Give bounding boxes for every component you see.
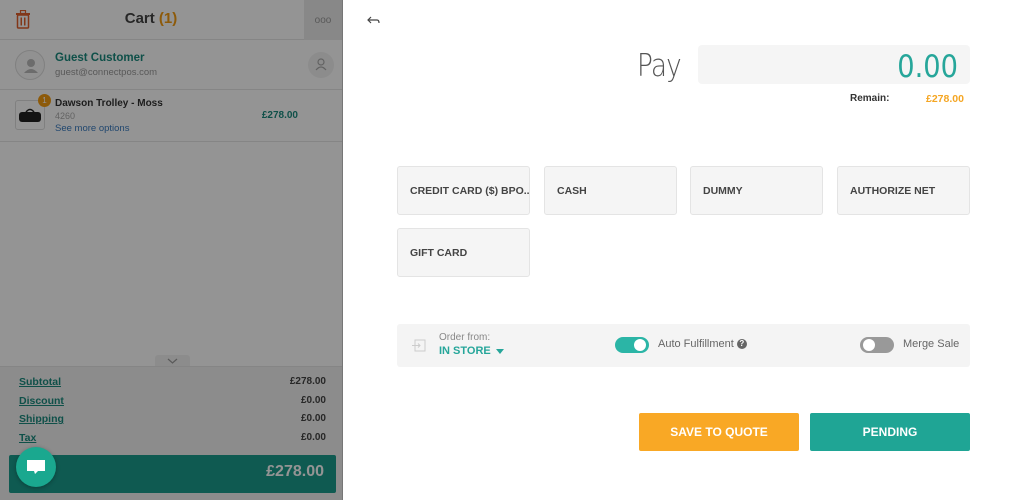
merge-sale-label: Merge Sale bbox=[903, 338, 960, 350]
order-from-dropdown[interactable]: IN STORE bbox=[439, 345, 504, 357]
payment-method-credit-card[interactable]: CREDIT CARD ($) BPO... bbox=[397, 166, 530, 215]
auto-fulfillment-label: Auto Fulfillment bbox=[658, 338, 734, 350]
dim-overlay bbox=[0, 0, 343, 500]
back-arrow-icon[interactable] bbox=[364, 14, 382, 30]
pay-label: Pay bbox=[637, 48, 682, 84]
auto-fulfillment-toggle[interactable] bbox=[615, 337, 649, 353]
payment-method-dummy[interactable]: DUMMY bbox=[690, 166, 823, 215]
pending-button[interactable]: PENDING bbox=[810, 413, 970, 451]
toggle-knob bbox=[634, 339, 646, 351]
toggle-knob bbox=[863, 339, 875, 351]
merge-sale-toggle[interactable] bbox=[860, 337, 894, 353]
cart-panel: Cart (1) ooo Guest Customer guest@connec… bbox=[0, 0, 343, 500]
caret-down-icon bbox=[495, 348, 504, 354]
pos-checkout-screen: Cart (1) ooo Guest Customer guest@connec… bbox=[0, 0, 1024, 500]
payment-method-gift-card[interactable]: GIFT CARD bbox=[397, 228, 530, 277]
chat-button[interactable] bbox=[16, 447, 56, 487]
pay-amount-value: 0.00 bbox=[897, 49, 958, 85]
chat-icon bbox=[27, 460, 45, 474]
order-options-bar: Order from: IN STORE Auto Fulfillment? M… bbox=[397, 324, 970, 367]
remain-label: Remain: bbox=[850, 93, 890, 104]
store-login-icon bbox=[412, 339, 426, 352]
order-from-label: Order from: bbox=[439, 332, 491, 343]
pay-amount-input[interactable]: 0.00 bbox=[698, 45, 970, 85]
remain-value: £278.00 bbox=[926, 93, 964, 105]
payment-method-cash[interactable]: CASH bbox=[544, 166, 677, 215]
save-to-quote-button[interactable]: SAVE TO QUOTE bbox=[639, 413, 799, 451]
auto-fulfillment-label-wrap: Auto Fulfillment? bbox=[658, 338, 747, 350]
help-icon[interactable]: ? bbox=[736, 339, 747, 349]
order-from-value: IN STORE bbox=[439, 345, 491, 357]
payment-method-authorize-net[interactable]: AUTHORIZE NET bbox=[837, 166, 970, 215]
